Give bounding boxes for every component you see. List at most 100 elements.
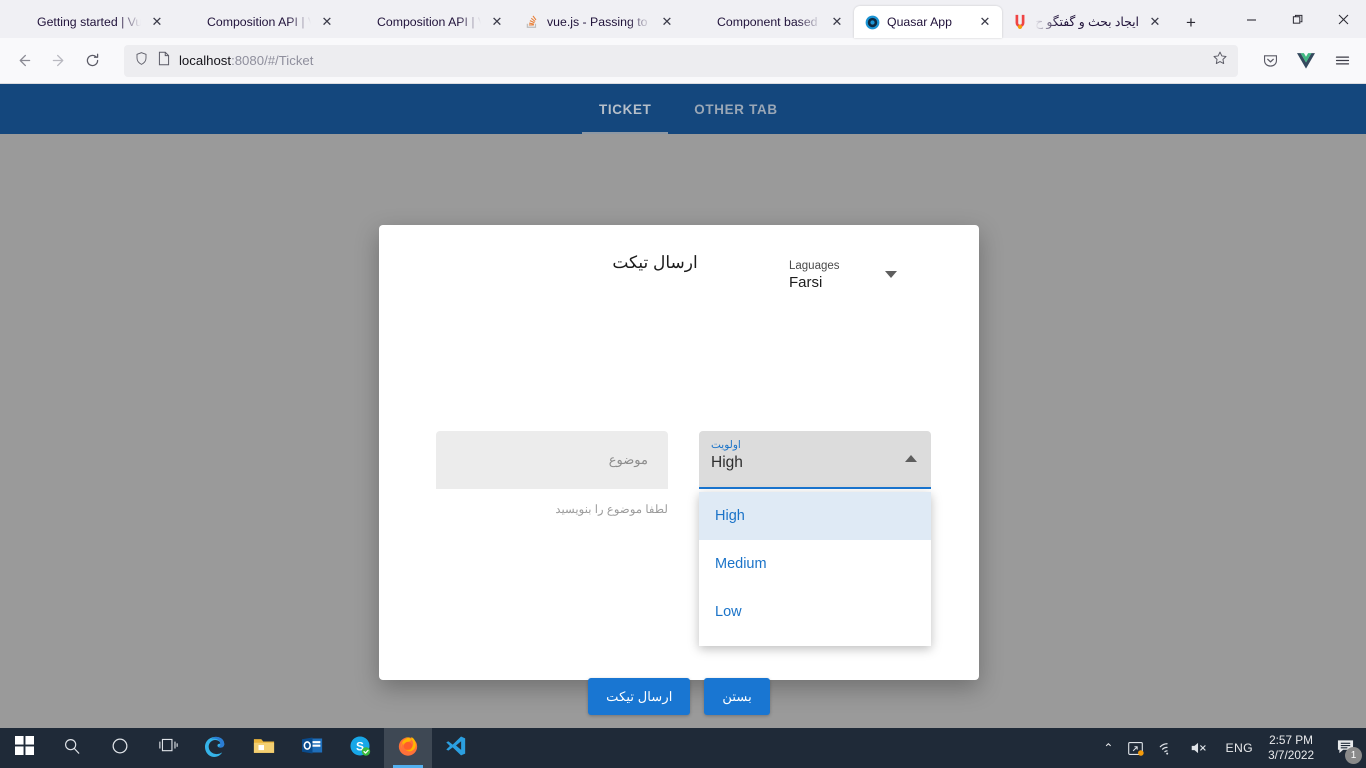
vscode-icon xyxy=(445,735,467,761)
search-button[interactable] xyxy=(48,728,96,768)
hamburger-menu-icon[interactable] xyxy=(1326,45,1358,77)
vue-devtools-icon[interactable] xyxy=(1290,45,1322,77)
app-viewport: TICKET OTHER TAB ارسال تیکت Laguages Far… xyxy=(0,84,1366,728)
browser-tab[interactable]: vue.js - Passing to v- ✕ xyxy=(514,6,684,38)
firefox-button[interactable] xyxy=(384,728,432,768)
tab-title: Getting started | Vue I18n xyxy=(37,15,141,29)
notification-center-button[interactable]: 1 xyxy=(1324,728,1366,768)
dialog-title: ارسال تیکت xyxy=(612,253,698,272)
tray-language[interactable]: ENG xyxy=(1216,741,1262,755)
window-maximize-button[interactable] xyxy=(1274,0,1320,38)
cortana-button[interactable] xyxy=(96,728,144,768)
priority-option-label: High xyxy=(715,508,745,524)
start-button[interactable] xyxy=(0,728,48,768)
forward-button[interactable] xyxy=(42,45,74,77)
submit-ticket-button[interactable]: ارسال تیکت xyxy=(588,678,691,715)
dialog-actions: ارسال تیکت بستن xyxy=(379,678,979,715)
edge-button[interactable] xyxy=(192,728,240,768)
tab-favicon xyxy=(14,14,30,30)
tab-close-icon[interactable]: ✕ xyxy=(976,13,994,31)
skype-button[interactable]: S xyxy=(336,728,384,768)
outlook-button[interactable] xyxy=(288,728,336,768)
wifi-icon[interactable] xyxy=(1151,728,1183,768)
app-body: ارسال تیکت Laguages Farsi ارسال تیکت Lag… xyxy=(0,134,1366,728)
priority-option-medium[interactable]: Medium xyxy=(699,540,931,588)
back-button[interactable] xyxy=(8,45,40,77)
priority-option-label: Low xyxy=(715,604,742,620)
tab-other[interactable]: OTHER TAB xyxy=(678,84,793,134)
windows-taskbar: S ⌃ ENG 2:57 PM 3/7/2022 1 xyxy=(0,728,1366,768)
chevron-down-icon[interactable] xyxy=(885,271,897,278)
priority-option-high[interactable]: High xyxy=(699,492,931,540)
browser-navbar: localhost:8080/#/Ticket xyxy=(0,38,1366,84)
tab-close-icon[interactable]: ✕ xyxy=(318,13,336,31)
task-view-icon xyxy=(158,737,178,759)
url-bar[interactable]: localhost:8080/#/Ticket xyxy=(124,44,1238,77)
tab-close-icon[interactable]: ✕ xyxy=(828,13,846,31)
tray-clock[interactable]: 2:57 PM 3/7/2022 xyxy=(1262,733,1324,763)
vscode-button[interactable] xyxy=(432,728,480,768)
close-dialog-button[interactable]: بستن xyxy=(704,678,770,715)
new-tab-button[interactable]: + xyxy=(1176,8,1206,38)
tab-favicon xyxy=(354,14,370,30)
window-minimize-button[interactable] xyxy=(1228,0,1274,38)
taskbar-items: S xyxy=(0,728,480,768)
browser-tab[interactable]: ایجاد بحث و گفتگو ح ✕ xyxy=(1002,6,1172,38)
outlook-icon xyxy=(301,736,323,760)
priority-option-label: Medium xyxy=(715,556,767,572)
tab-title: Composition API | Vue I1 xyxy=(377,15,481,29)
speaker-muted-icon[interactable] xyxy=(1183,728,1216,768)
browser-tab[interactable]: Component based locali ✕ xyxy=(684,6,854,38)
tab-title: Composition API | Vue I1 xyxy=(207,15,311,29)
browser-chrome: Getting started | Vue I18n ✕ Composition… xyxy=(0,0,1366,84)
subject-placeholder: موضوع xyxy=(608,452,648,467)
dialog-header: ارسال تیکت Laguages Farsi xyxy=(379,225,979,311)
reload-button[interactable] xyxy=(76,45,108,77)
tab-close-icon[interactable]: ✕ xyxy=(148,13,166,31)
file-explorer-button[interactable] xyxy=(240,728,288,768)
dialog-language-value: Farsi xyxy=(789,274,823,291)
priority-select[interactable]: اولویت High xyxy=(699,431,931,489)
pocket-icon[interactable] xyxy=(1254,45,1286,77)
tab-favicon xyxy=(184,14,200,30)
tray-time: 2:57 PM xyxy=(1269,733,1313,747)
app-tab-bar: TICKET OTHER TAB xyxy=(572,84,793,134)
url-text: localhost:8080/#/Ticket xyxy=(179,53,314,68)
browser-tab[interactable]: Composition API | Vue I1 ✕ xyxy=(344,6,514,38)
priority-field-group: اولویت High xyxy=(699,431,931,489)
tab-ticket[interactable]: TICKET xyxy=(572,84,678,134)
star-icon[interactable] xyxy=(1212,50,1228,71)
onedrive-icon[interactable] xyxy=(1120,728,1151,768)
send-ticket-dialog: ارسال تیکت Laguages Farsi موضوع لطفا موض… xyxy=(379,225,979,715)
window-controls xyxy=(1228,0,1366,38)
browser-tab[interactable]: Getting started | Vue I18n ✕ xyxy=(4,6,174,38)
page-icon xyxy=(157,51,171,71)
task-view-button[interactable] xyxy=(144,728,192,768)
dialog-fields: موضوع لطفا موضوع را بنویسید اولویت High … xyxy=(379,431,979,646)
tab-close-icon[interactable]: ✕ xyxy=(658,13,676,31)
subject-input[interactable]: موضوع xyxy=(436,431,668,489)
virgool-icon xyxy=(1012,14,1028,30)
circle-icon xyxy=(111,737,129,760)
stackoverflow-icon xyxy=(524,14,540,30)
browser-tab[interactable]: Composition API | Vue I1 ✕ xyxy=(174,6,344,38)
skype-icon: S xyxy=(349,735,371,762)
window-close-button[interactable] xyxy=(1320,0,1366,38)
tab-other-label: OTHER TAB xyxy=(694,101,778,117)
firefox-icon xyxy=(397,735,419,762)
tab-close-icon[interactable]: ✕ xyxy=(488,13,506,31)
browser-tab-active[interactable]: Quasar App ✕ xyxy=(854,6,1002,38)
browser-tabstrip: Getting started | Vue I18n ✕ Composition… xyxy=(0,0,1366,38)
subject-hint: لطفا موضوع را بنویسید xyxy=(555,503,668,516)
tab-close-icon[interactable]: ✕ xyxy=(1146,13,1164,31)
folder-icon xyxy=(253,736,275,760)
dialog-language-select[interactable]: Laguages Farsi xyxy=(789,257,897,292)
app-header: TICKET OTHER TAB xyxy=(0,84,1366,134)
shield-icon xyxy=(134,51,149,71)
priority-label: اولویت xyxy=(711,439,741,451)
chevron-up-icon[interactable] xyxy=(905,455,917,462)
system-tray: ⌃ ENG 2:57 PM 3/7/2022 1 xyxy=(1096,728,1366,768)
priority-option-low[interactable]: Low xyxy=(699,588,931,636)
tray-expand-button[interactable]: ⌃ xyxy=(1096,728,1120,768)
priority-value: High xyxy=(711,454,743,471)
